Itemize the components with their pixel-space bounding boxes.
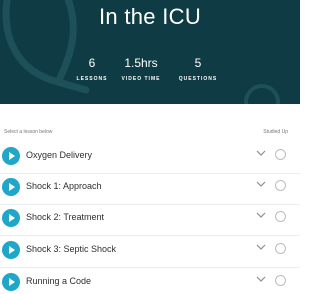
stat-lessons-label: LESSONS bbox=[76, 76, 108, 82]
lesson-title[interactable]: Shock 3: Septic Shock bbox=[26, 244, 116, 254]
lesson-row-shock-3-septic-shock[interactable]: Shock 3: Septic Shock bbox=[0, 240, 300, 268]
stat-lessons: 6 LESSONS bbox=[72, 56, 112, 83]
stat-lessons-value: 6 bbox=[88, 56, 96, 70]
course-header: In the ICU 6 LESSONS 1.5hrs VIDEO TIME 5… bbox=[0, 0, 300, 104]
chevron-down-icon[interactable] bbox=[256, 210, 266, 220]
lesson-row-running-a-code[interactable]: Running a Code bbox=[0, 272, 300, 294]
chevron-down-icon[interactable] bbox=[256, 242, 266, 252]
lesson-title[interactable]: Shock 1: Approach bbox=[26, 181, 102, 191]
studied-checkbox[interactable] bbox=[275, 211, 286, 222]
chevron-down-icon[interactable] bbox=[256, 274, 266, 284]
stat-questions: 5 QUESTIONS bbox=[173, 56, 223, 83]
studied-checkbox[interactable] bbox=[275, 180, 286, 191]
play-icon[interactable] bbox=[2, 209, 20, 227]
course-stats: 6 LESSONS 1.5hrs VIDEO TIME 5 QUESTIONS bbox=[0, 56, 300, 83]
lesson-list-header: Select a lesson below Studied Up bbox=[0, 129, 300, 137]
page-title: In the ICU bbox=[98, 4, 202, 29]
stat-video-time-value: 1.5hrs bbox=[124, 56, 158, 70]
studied-up-label: Studied Up bbox=[263, 129, 288, 135]
play-icon[interactable] bbox=[2, 147, 20, 165]
lesson-title[interactable]: Shock 2: Treatment bbox=[26, 212, 104, 222]
play-icon[interactable] bbox=[2, 178, 20, 196]
lesson-row-shock-2-treatment[interactable]: Shock 2: Treatment bbox=[0, 208, 300, 236]
stat-video-time: 1.5hrs VIDEO TIME bbox=[117, 56, 165, 83]
lesson-row-shock-1-approach[interactable]: Shock 1: Approach bbox=[0, 177, 300, 205]
lesson-title[interactable]: Oxygen Delivery bbox=[26, 150, 92, 160]
play-icon[interactable] bbox=[2, 273, 20, 291]
chevron-down-icon[interactable] bbox=[256, 179, 266, 189]
play-icon[interactable] bbox=[2, 241, 20, 259]
select-lesson-label: Select a lesson below bbox=[4, 129, 53, 135]
stat-video-time-label: VIDEO TIME bbox=[121, 76, 161, 82]
studied-checkbox[interactable] bbox=[275, 149, 286, 160]
studied-checkbox[interactable] bbox=[275, 275, 286, 286]
stat-questions-value: 5 bbox=[194, 56, 202, 70]
lesson-row-oxygen-delivery[interactable]: Oxygen Delivery bbox=[0, 146, 300, 174]
studied-checkbox[interactable] bbox=[275, 243, 286, 254]
chevron-down-icon[interactable] bbox=[256, 148, 266, 158]
lesson-title[interactable]: Running a Code bbox=[26, 276, 91, 286]
stat-questions-label: QUESTIONS bbox=[178, 76, 218, 82]
